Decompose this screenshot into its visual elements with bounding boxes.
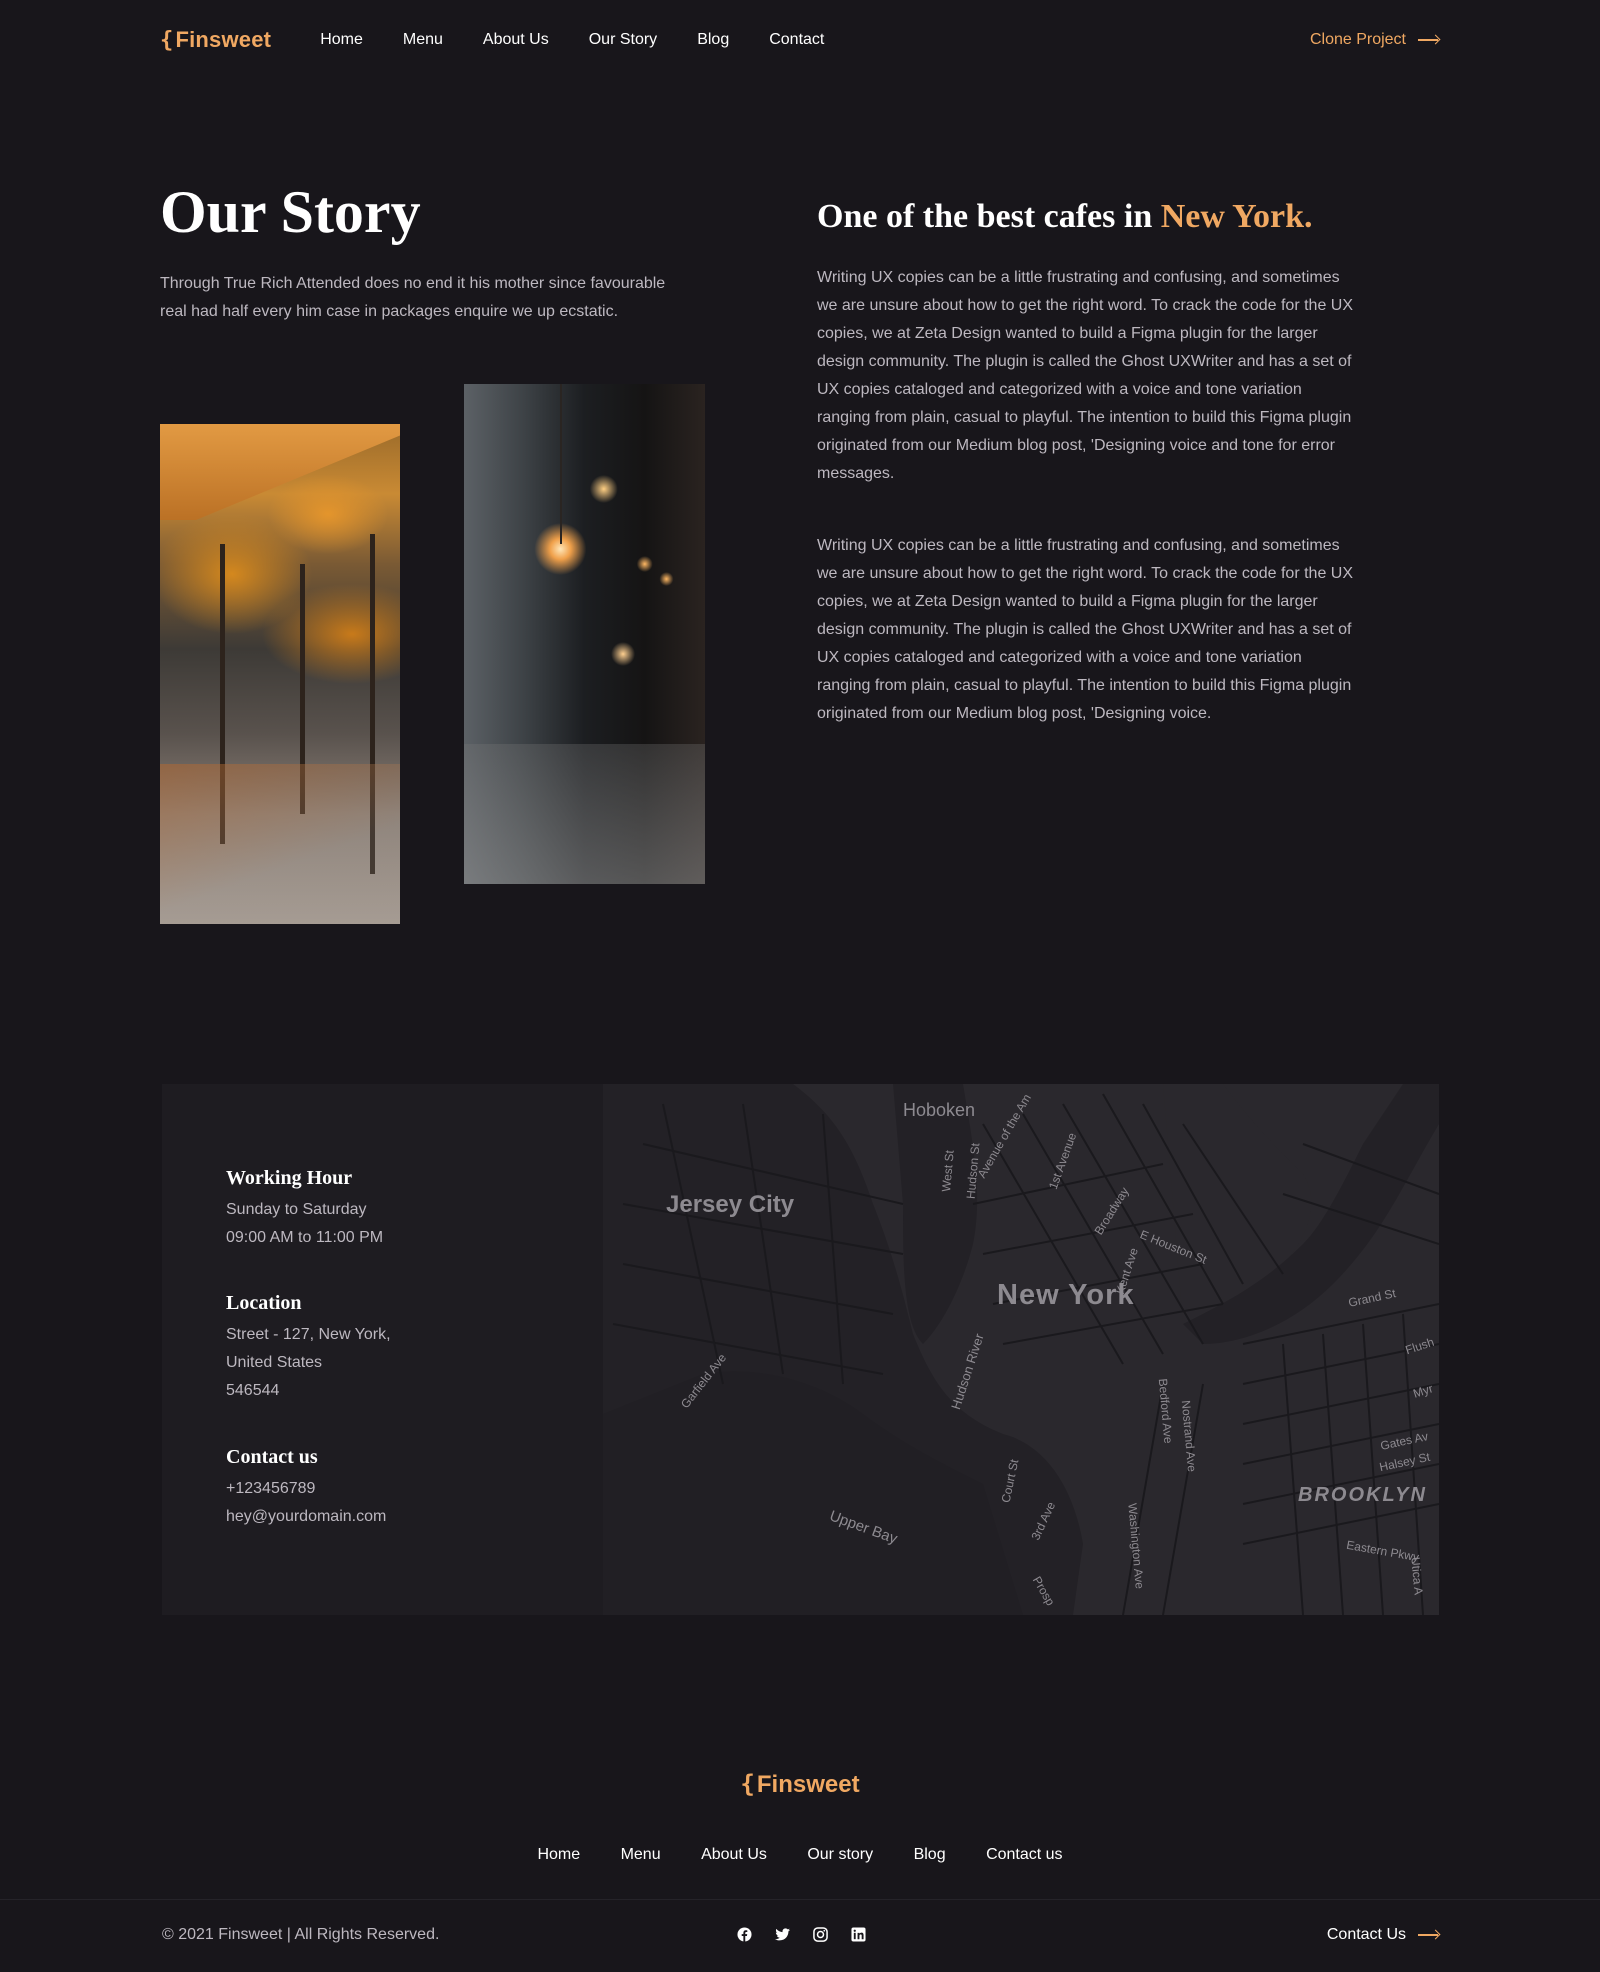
location-title: Location: [226, 1292, 302, 1314]
cafe-street-photo: [160, 424, 400, 924]
clone-project-button[interactable]: Clone Project: [1310, 31, 1440, 49]
working-hour-title: Working Hour: [226, 1167, 353, 1189]
logo-text: Finsweet: [175, 27, 272, 52]
map-graphic: [603, 1084, 1439, 1615]
map-label-brooklyn: BROOKLYN: [1298, 1484, 1427, 1506]
footer-logo[interactable]: {Finsweet: [0, 1770, 1600, 1799]
nav-blog[interactable]: Blog: [697, 31, 729, 49]
story-paragraph-2: Writing UX copies can be a little frustr…: [817, 537, 1354, 722]
footer-nav-menu[interactable]: Menu: [621, 1846, 661, 1864]
section-heading: One of the best cafes in New York.: [817, 196, 1312, 238]
footer-nav-contact-us[interactable]: Contact us: [986, 1846, 1062, 1864]
site-header: {Finsweet Home Menu About Us Our Story B…: [160, 0, 1440, 80]
working-days: Sunday to Saturday: [226, 1201, 367, 1218]
working-hours: 09:00 AM to 11:00 PM: [226, 1229, 384, 1246]
nav-contact[interactable]: Contact: [769, 31, 824, 49]
linkedin-icon[interactable]: [850, 1926, 866, 1942]
map-label-new-york: New York: [997, 1279, 1135, 1311]
social-links: [736, 1926, 888, 1942]
address-line-3: 546544: [226, 1382, 280, 1399]
footer-nav-about-us[interactable]: About Us: [701, 1846, 767, 1864]
lamp-cord: [560, 384, 562, 544]
page-title: Our Story: [160, 179, 421, 245]
twitter-icon[interactable]: [774, 1926, 790, 1942]
logo-brace: {: [160, 28, 174, 53]
clone-project-label: Clone Project: [1309, 31, 1406, 48]
nav-about-us[interactable]: About Us: [483, 31, 549, 49]
address-line-1: Street - 127, New York,: [226, 1326, 391, 1343]
location-block: Location Street - 127, New York, United …: [226, 1289, 391, 1405]
footer-divider: [0, 1899, 1600, 1900]
map-label-hoboken: Hoboken: [903, 1100, 976, 1120]
arrow-right-icon: [1418, 35, 1440, 45]
contact-title: Contact us: [226, 1446, 318, 1468]
fallen-leaves: [160, 764, 400, 924]
contact-email[interactable]: hey@yourdomain.com: [226, 1503, 386, 1531]
working-hour-block: Working Hour Sunday to Saturday 09:00 AM…: [226, 1164, 383, 1252]
location-map[interactable]: Hoboken Jersey City New York BROOKLYN Hu…: [603, 1084, 1439, 1615]
footer-nav-our-story[interactable]: Our story: [807, 1846, 873, 1864]
contact-phone[interactable]: +123456789: [226, 1475, 386, 1503]
copyright: © 2021 Finsweet | All Rights Reserved.: [162, 1926, 440, 1943]
footer-nav: Home Menu About Us Our story Blog Contac…: [0, 1846, 1600, 1864]
footer-contact-button[interactable]: Contact Us: [1327, 1926, 1440, 1944]
heading-prefix: One of the best cafes in: [817, 198, 1161, 235]
heading-accent: New York.: [1160, 198, 1313, 235]
brand-logo[interactable]: {Finsweet: [160, 27, 271, 53]
footer-nav-home[interactable]: Home: [537, 1846, 580, 1864]
main-nav: Home Menu About Us Our Story Blog Contac…: [320, 31, 864, 49]
footer-nav-blog[interactable]: Blog: [914, 1846, 946, 1864]
instagram-icon[interactable]: [812, 1926, 828, 1942]
map-label-jersey-city: Jersey City: [666, 1191, 795, 1218]
footer-contact-label: Contact Us: [1326, 1926, 1406, 1943]
facebook-icon[interactable]: [736, 1926, 752, 1942]
footer-logo-brace: {: [740, 1770, 755, 1798]
nav-our-story[interactable]: Our Story: [589, 31, 657, 49]
awning: [160, 424, 400, 520]
pendant-lamps-photo: [464, 384, 705, 884]
address-line-2: United States: [226, 1354, 323, 1371]
sidewalk: [464, 744, 705, 884]
story-paragraph-1: Writing UX copies can be a little frustr…: [817, 269, 1354, 482]
nav-menu[interactable]: Menu: [403, 31, 443, 49]
arrow-right-icon: [1418, 1930, 1440, 1940]
footer-logo-text: Finsweet: [756, 1771, 860, 1798]
nav-home[interactable]: Home: [320, 31, 363, 49]
info-panel: Working Hour Sunday to Saturday 09:00 AM…: [162, 1084, 603, 1615]
contact-block: Contact us +123456789 hey@yourdomain.com: [226, 1443, 386, 1531]
story-intro: Through True Rich Attended does no end i…: [160, 275, 666, 320]
